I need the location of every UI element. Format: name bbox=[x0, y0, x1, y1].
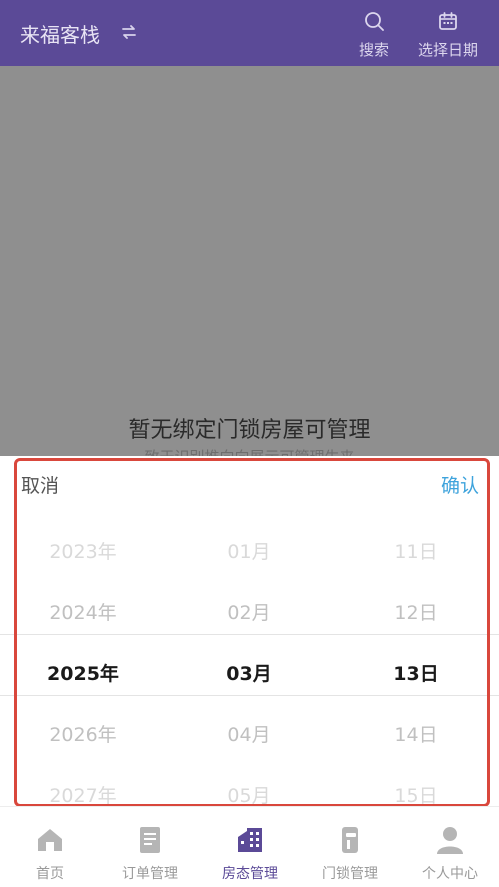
tab-orders[interactable]: 订单管理 bbox=[100, 807, 200, 887]
day-option[interactable]: 12日 bbox=[333, 583, 499, 644]
tab-home[interactable]: 首页 bbox=[0, 807, 100, 887]
tab-profile-label: 个人中心 bbox=[422, 866, 478, 882]
modal-overlay[interactable]: 暂无绑定门锁房屋可管理 致于识别推向向展示可管理生来 bbox=[0, 66, 499, 456]
confirm-button[interactable]: 确认 bbox=[441, 471, 479, 498]
month-column[interactable]: 01月 02月 03月 04月 05月 bbox=[166, 522, 332, 806]
month-option[interactable]: 04月 bbox=[166, 705, 332, 766]
search-button[interactable]: 搜索 bbox=[342, 10, 406, 60]
building-icon bbox=[235, 825, 265, 855]
year-option[interactable]: 2027年 bbox=[0, 766, 166, 806]
day-option[interactable]: 11日 bbox=[333, 522, 499, 583]
page-title: 来福客栈 bbox=[20, 23, 100, 47]
month-option[interactable]: 05月 bbox=[166, 766, 332, 806]
tab-orders-label: 订单管理 bbox=[122, 866, 178, 882]
tab-door-lock[interactable]: 门锁管理 bbox=[300, 807, 400, 887]
tab-room-status-label: 房态管理 bbox=[222, 866, 278, 882]
select-date-label: 选择日期 bbox=[417, 41, 478, 59]
calendar-icon bbox=[437, 10, 459, 32]
app-header: 来福客栈 搜索 选择日期 bbox=[0, 0, 499, 66]
door-lock-icon bbox=[335, 825, 365, 855]
date-picker: 取消 确认 2023年 2024年 2025年 2026年 2027年 01月 … bbox=[0, 456, 499, 806]
year-column[interactable]: 2023年 2024年 2025年 2026年 2027年 bbox=[0, 522, 166, 806]
select-date-button[interactable]: 选择日期 bbox=[416, 10, 480, 60]
tab-bar: 首页 订单管理 房态管理 门锁管理 个人中心 bbox=[0, 806, 499, 887]
empty-state-subtext: 致于识别推向向展示可管理生来 bbox=[0, 446, 499, 456]
home-icon bbox=[35, 825, 65, 855]
tab-room-status[interactable]: 房态管理 bbox=[200, 807, 300, 887]
year-option[interactable]: 2023年 bbox=[0, 522, 166, 583]
tab-door-lock-label: 门锁管理 bbox=[322, 866, 378, 882]
user-icon bbox=[435, 825, 465, 855]
year-option[interactable]: 2024年 bbox=[0, 583, 166, 644]
day-column[interactable]: 11日 12日 13日 14日 15日 bbox=[333, 522, 499, 806]
day-option[interactable]: 15日 bbox=[333, 766, 499, 806]
tab-home-label: 首页 bbox=[36, 866, 64, 882]
swap-icon[interactable] bbox=[119, 22, 139, 42]
search-icon bbox=[363, 10, 385, 32]
year-option-selected[interactable]: 2025年 bbox=[0, 644, 166, 705]
month-option-selected[interactable]: 03月 bbox=[166, 644, 332, 705]
tab-profile[interactable]: 个人中心 bbox=[400, 807, 499, 887]
day-option-selected[interactable]: 13日 bbox=[333, 644, 499, 705]
year-option[interactable]: 2026年 bbox=[0, 705, 166, 766]
cancel-button[interactable]: 取消 bbox=[21, 471, 59, 498]
month-option[interactable]: 01月 bbox=[166, 522, 332, 583]
month-option[interactable]: 02月 bbox=[166, 583, 332, 644]
empty-state-text: 暂无绑定门锁房屋可管理 bbox=[128, 418, 371, 443]
search-label: 搜索 bbox=[358, 41, 389, 59]
order-icon bbox=[135, 825, 165, 855]
day-option[interactable]: 14日 bbox=[333, 705, 499, 766]
